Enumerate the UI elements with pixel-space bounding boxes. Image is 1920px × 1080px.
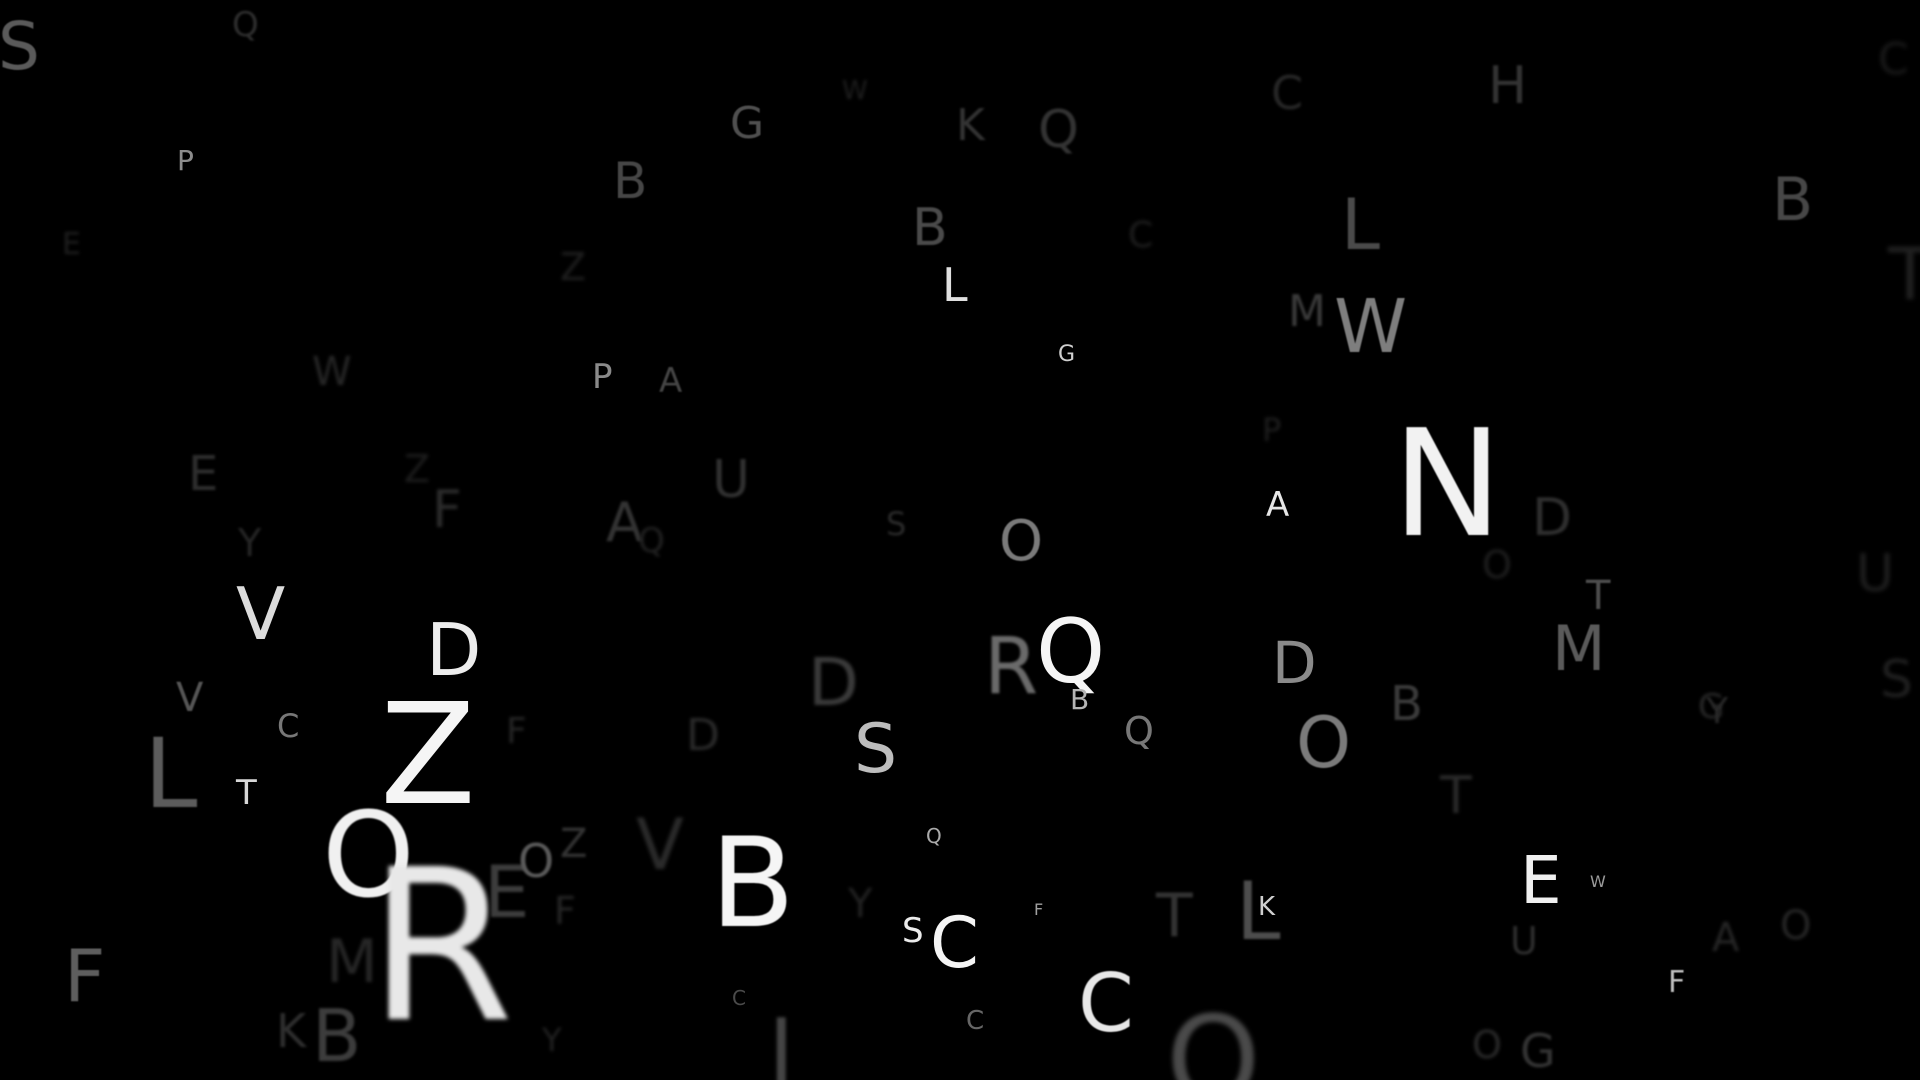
letter-O: O	[999, 509, 1044, 574]
letter-B: B	[1070, 683, 1090, 716]
letter-S: S	[854, 710, 898, 789]
letter-F: F	[432, 480, 462, 540]
letter-V: V	[176, 675, 204, 721]
letter-C: C	[1271, 66, 1304, 120]
letter-M: M	[326, 927, 378, 997]
letter-P: P	[177, 144, 194, 177]
letter-S: S	[886, 505, 907, 543]
letter-L: L	[942, 258, 968, 312]
letter-T: T	[1586, 573, 1611, 619]
letter-C: C	[277, 707, 300, 745]
letter-D: D	[808, 644, 859, 721]
letter-S: S	[0, 8, 40, 85]
letter-U: U	[1510, 919, 1538, 963]
letter-O: O	[518, 834, 555, 888]
letter-M: M	[1288, 286, 1326, 337]
letter-C: C	[966, 1006, 985, 1036]
letter-G: G	[730, 98, 765, 149]
letter-F: F	[1668, 965, 1686, 1000]
letter-T: T	[1156, 881, 1193, 951]
letter-G: G	[1698, 687, 1725, 727]
letter-U: U	[712, 450, 751, 510]
letter-R: R	[984, 622, 1039, 712]
letter-N: N	[1392, 398, 1503, 570]
letter-E: E	[1520, 842, 1562, 919]
letter-P: P	[1262, 411, 1282, 449]
letter-W: W	[312, 349, 352, 395]
letter-M: M	[1552, 612, 1606, 685]
letter-B: B	[1390, 676, 1423, 732]
letter-W: W	[1334, 284, 1408, 370]
letter-F: F	[554, 889, 576, 933]
letter-K: K	[276, 1004, 307, 1058]
letter-F: F	[1034, 900, 1044, 919]
letter-W: W	[1590, 872, 1606, 891]
letter-D: D	[1272, 629, 1317, 697]
letter-O: O	[1780, 903, 1812, 949]
letter-F: F	[64, 934, 106, 1018]
letter-D: D	[1532, 488, 1573, 548]
letter-K: K	[956, 100, 985, 151]
letter-C: C	[1128, 215, 1154, 256]
letter-Y: Y	[238, 521, 262, 565]
letter-B: B	[613, 152, 648, 210]
letter-B: B	[312, 994, 362, 1078]
letter-O: O	[1472, 1023, 1502, 1067]
letter-G: G	[1058, 342, 1076, 367]
letter-G: G	[1520, 1024, 1556, 1078]
letter-I: I	[768, 1000, 795, 1080]
letter-Z: Z	[404, 447, 431, 491]
letter-field-scene: S Q P G B K Q C H B B L L M W G P A W E …	[0, 0, 1920, 1080]
letter-Y: Y	[848, 881, 873, 927]
letter-S: S	[1880, 650, 1914, 710]
letter-D: D	[686, 710, 720, 761]
letter-T: T	[1440, 766, 1472, 826]
letter-U: U	[1856, 544, 1895, 604]
letter-F: F	[506, 711, 527, 752]
letter-Z: Z	[560, 245, 587, 289]
letter-T: T	[1888, 232, 1920, 316]
letter-C: C	[1878, 34, 1909, 85]
letter-P: P	[592, 357, 613, 397]
letter-K: K	[1258, 892, 1276, 922]
letter-V: V	[236, 572, 286, 656]
letter-O: O	[1482, 543, 1512, 587]
letter-C: C	[1078, 957, 1134, 1050]
letter-C: C	[930, 902, 979, 984]
letter-Q: Q	[638, 521, 665, 561]
letter-Q: Q	[232, 5, 259, 45]
letter-A: A	[659, 361, 683, 401]
letter-Q: Q	[926, 824, 942, 848]
letter-B: B	[912, 198, 948, 258]
letter-W: W	[842, 76, 868, 106]
letter-Q: Q	[1038, 100, 1079, 160]
letter-Q: Q	[1124, 709, 1154, 753]
letter-V: V	[636, 804, 684, 886]
letter-E: E	[62, 227, 81, 262]
letter-H: H	[1488, 56, 1528, 116]
letter-Y: Y	[542, 1021, 562, 1059]
letter-B: B	[710, 812, 796, 956]
letter-B: B	[1772, 165, 1814, 235]
letter-A: A	[1712, 915, 1740, 961]
letter-O: O	[1166, 992, 1261, 1080]
letter-A: A	[1266, 485, 1290, 525]
letter-E: E	[188, 446, 219, 502]
letter-O: O	[1296, 702, 1352, 784]
letter-Z: Z	[560, 821, 588, 867]
letter-L: L	[144, 718, 198, 830]
letter-S: S	[902, 911, 924, 951]
letter-T: T	[236, 773, 257, 813]
letter-L: L	[1341, 184, 1380, 266]
letter-C: C	[732, 986, 746, 1010]
